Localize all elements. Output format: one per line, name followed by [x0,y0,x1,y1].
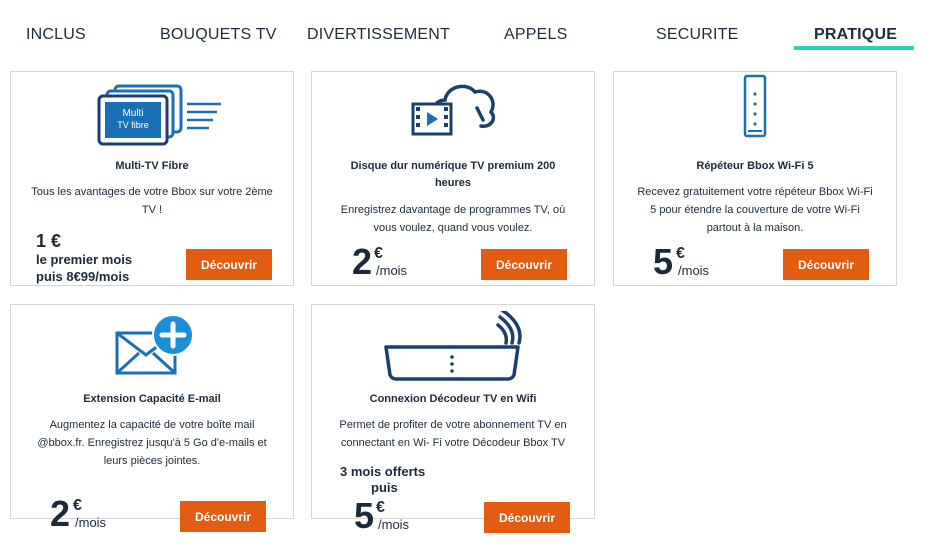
tab-securite[interactable]: SECURITE [656,26,739,44]
offer-description-line: connectant en Wi- Fi votre Décodeur Bbox… [340,437,566,449]
discover-button[interactable]: Découvrir [180,501,266,532]
offer-card-decodeur-wifi: Connexion Décodeur TV en Wifi Permet de … [311,304,595,534]
price-period: /mois [678,263,710,278]
promo-text-2: puis [371,480,398,495]
tab-divertissement[interactable]: DIVERTISSEMENT [307,26,450,44]
email-add-icon [11,305,293,387]
offer-title-line: Disque dur numérique TV premium 200 [350,160,556,172]
offer-description-line: Recevez gratuitement votre répéteur Bbox… [637,186,873,198]
offer-title: Extension Capacité E-mail [83,393,221,405]
multi-tv-icon-text-1: Multi [122,108,143,119]
price-period: /mois [378,517,410,532]
offer-description-line: @bbox.fr. Enregistrez jusqu'à 5 Go d'e-m… [37,437,267,449]
price-amount: 5 [653,241,674,282]
offer-card-multi-tv: Multi TV fibre Multi-TV Fibre Tous les a… [10,71,294,286]
multi-tv-icon-text-2: TV fibre [117,120,149,130]
offer-description-line: Augmentez la capacité de votre boîte mai… [49,419,255,431]
discover-button[interactable]: Découvrir [481,249,567,280]
offer-description-line: Tous les avantages de votre Bbox sur vot… [31,186,273,198]
tab-bar: INCLUS BOUQUETS TV DIVERTISSEMENT APPELS… [0,0,942,52]
multi-tv-icon: Multi TV fibre [11,72,293,154]
price-amount: 2 [50,493,71,534]
price-amount: 2 [352,241,373,282]
offer-description-line: 5 pour étendre la couverture de votre Wi… [650,204,860,216]
wifi-repeater-icon [614,72,896,154]
offer-title: Multi-TV Fibre [115,160,189,172]
offer-description: Enregistrez davantage de programmes TV, … [326,201,580,237]
discover-button[interactable]: Découvrir [783,249,869,280]
wifi-decoder-icon [312,305,594,387]
tab-pratique[interactable]: PRATIQUE [814,26,897,44]
discover-button[interactable]: Découvrir [186,249,272,280]
offer-description-line: partout à la maison. [706,222,804,234]
price-detail-2: puis 8€99/mois [36,269,130,284]
offer-description: Augmentez la capacité de votre boîte mai… [25,416,279,470]
price-currency: € [676,245,685,262]
tab-bouquets-tv[interactable]: BOUQUETS TV [160,26,277,44]
price-amount: 5 [354,495,375,536]
tab-appels[interactable]: APPELS [504,26,567,44]
promo-text-1: 3 mois offerts [340,464,426,479]
offer-description-line: Permet de profiter de votre abonnement T… [339,419,567,431]
offer-title-line: heures [434,177,472,189]
offer-description-line: leurs pièces jointes. [103,455,201,467]
price-currency: € [73,497,82,514]
tab-inclus[interactable]: INCLUS [26,26,86,44]
offer-title: Connexion Décodeur TV en Wifi [369,393,537,405]
offer-description-line: Enregistrez davantage de programmes TV, … [340,204,566,216]
price-period: /mois [376,263,408,278]
price-amount: 1 € [36,231,62,251]
offer-card-disque-dur: Disque dur numérique TV premium 200 heur… [311,71,595,286]
price-currency: € [376,499,385,516]
offer-card-repeteur: Répéteur Bbox Wi-Fi 5 Recevez gratuiteme… [613,71,897,286]
active-tab-indicator [794,46,914,50]
offer-card-extension-email: Extension Capacité E-mail Augmentez la c… [10,304,294,532]
discover-button[interactable]: Découvrir [484,502,570,533]
offer-description: Permet de profiter de votre abonnement T… [326,416,580,452]
offer-description: Recevez gratuitement votre répéteur Bbox… [628,183,882,237]
offer-description-line: TV ! [141,204,163,216]
price-period: /mois [75,515,107,530]
offer-description: Tous les avantages de votre Bbox sur vot… [25,183,279,219]
offers-grid: Multi TV fibre Multi-TV Fibre Tous les a… [0,52,942,557]
price-detail-1: le premier mois [36,252,133,267]
offer-title: Disque dur numérique TV premium 200 heur… [324,158,582,192]
offer-title: Répéteur Bbox Wi-Fi 5 [696,160,814,172]
cloud-film-icon [312,72,594,154]
price-currency: € [374,245,383,262]
offer-description-line: vous voulez, quand vous voulez. [373,222,533,234]
